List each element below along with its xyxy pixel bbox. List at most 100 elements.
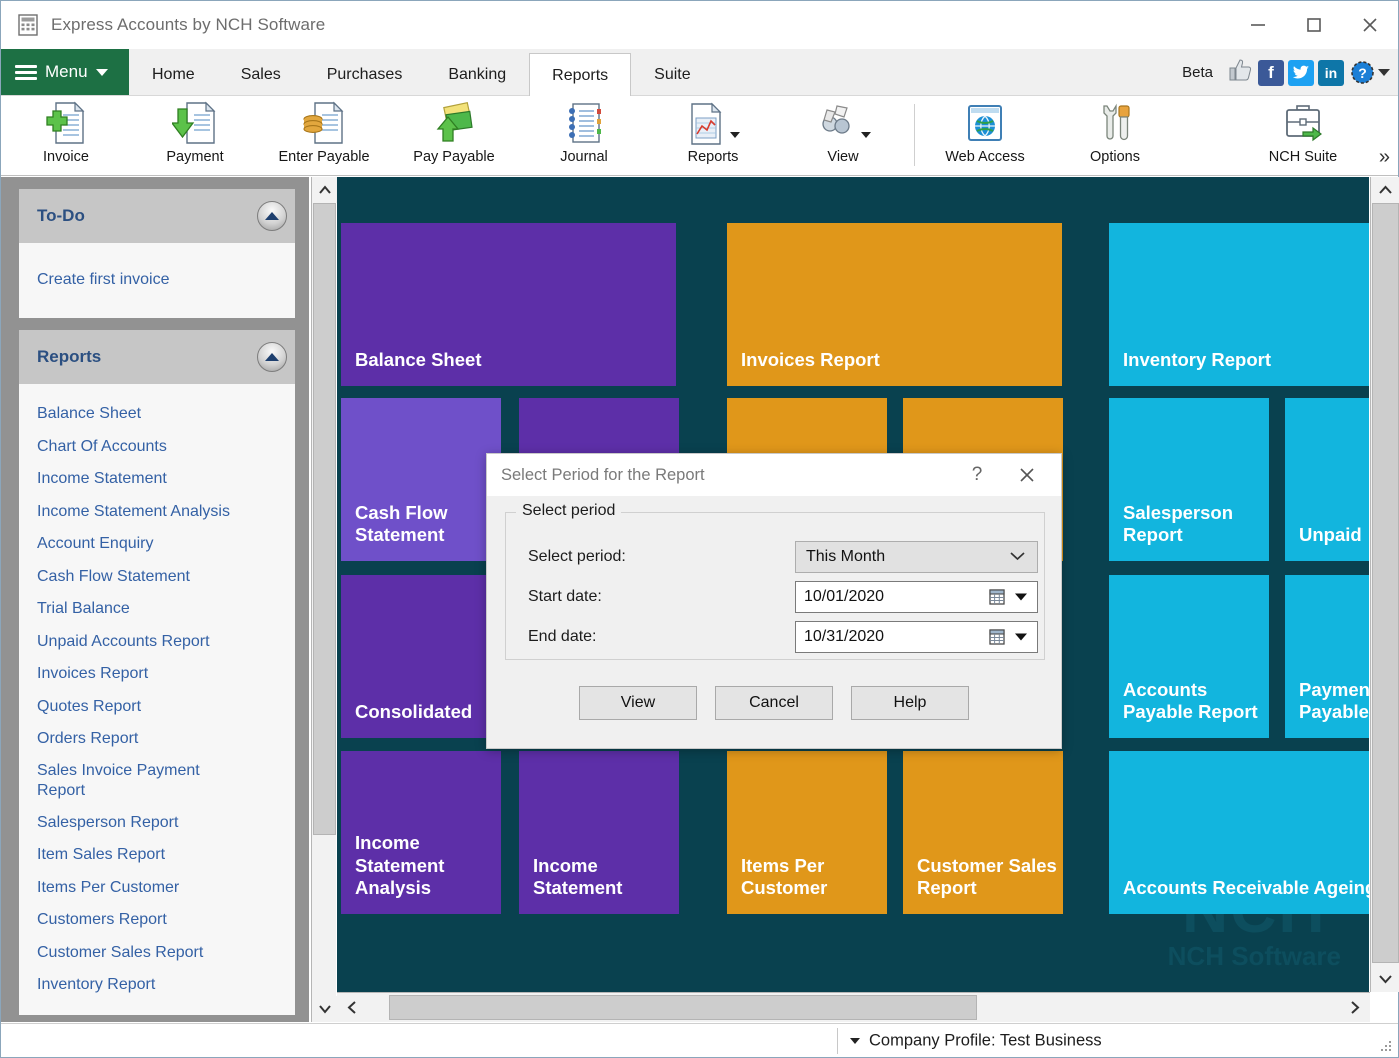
resize-grip[interactable] xyxy=(1381,1041,1393,1053)
chevron-down-icon[interactable] xyxy=(861,132,871,138)
tile-inventory-report[interactable]: Inventory Report xyxy=(1109,223,1369,386)
facebook-icon[interactable]: f xyxy=(1258,60,1284,86)
tile-income-statement[interactable]: Income Statement xyxy=(519,751,679,914)
minimize-button[interactable] xyxy=(1230,1,1286,49)
sidebar-item-trial-balance[interactable]: Trial Balance xyxy=(19,593,295,626)
scrollbar-thumb[interactable] xyxy=(389,995,977,1020)
tile-income-statement-analysis[interactable]: Income Statement Analysis xyxy=(341,751,501,914)
scroll-left-icon[interactable] xyxy=(337,994,367,1022)
tile-items-per-customer[interactable]: Items Per Customer xyxy=(727,751,887,914)
sidebar-item-cash-flow-statement[interactable]: Cash Flow Statement xyxy=(19,560,295,593)
chevron-down-icon xyxy=(96,69,108,76)
tile-customer-sales-report[interactable]: Customer Sales Report xyxy=(903,751,1063,914)
tile-payments-payable[interactable]: Payments Payable xyxy=(1285,575,1369,738)
ribbon-label: Journal xyxy=(560,149,608,165)
calendar-icon[interactable] xyxy=(989,588,1007,606)
tab-reports[interactable]: Reports xyxy=(529,53,631,97)
collapse-up-icon[interactable] xyxy=(257,201,287,231)
scroll-down-icon[interactable] xyxy=(312,996,337,1022)
tile-salesperson-report[interactable]: Salesperson Report xyxy=(1109,398,1269,561)
scrollbar-thumb[interactable] xyxy=(1372,203,1399,963)
chevron-down-icon[interactable] xyxy=(1015,594,1027,601)
sidebar-item-account-enquiry[interactable]: Account Enquiry xyxy=(19,528,295,561)
sidebar-item-unpaid-accounts-report[interactable]: Unpaid Accounts Report xyxy=(19,625,295,658)
ribbon-button-reports[interactable]: Reports xyxy=(654,100,772,172)
sidebar-item-create-first-invoice[interactable]: Create first invoice xyxy=(19,263,295,296)
view-button[interactable]: View xyxy=(579,686,697,720)
dialog-close-button[interactable] xyxy=(1005,454,1049,496)
chevron-down-icon[interactable] xyxy=(850,1038,860,1044)
twitter-icon[interactable] xyxy=(1288,60,1314,86)
thumbs-up-icon[interactable] xyxy=(1227,57,1254,88)
calendar-icon[interactable] xyxy=(989,628,1007,646)
tab-suite[interactable]: Suite xyxy=(631,53,713,95)
close-button[interactable] xyxy=(1342,1,1398,49)
scroll-right-icon[interactable] xyxy=(1340,994,1370,1022)
sidebar-item-income-statement-analysis[interactable]: Income Statement Analysis xyxy=(19,495,295,528)
dialog-help-button[interactable]: ? xyxy=(959,454,995,496)
sidebar-item-customer-sales-report[interactable]: Customer Sales Report xyxy=(19,936,295,969)
sidebar-item-items-per-customer[interactable]: Items Per Customer xyxy=(19,871,295,904)
end-date-input[interactable]: 10/31/2020 xyxy=(795,621,1038,653)
menu-button[interactable]: Menu xyxy=(1,49,129,95)
scroll-down-icon[interactable] xyxy=(1371,966,1399,992)
scroll-up-icon[interactable] xyxy=(1371,177,1399,203)
sidebar-item-sales-invoice-payment-report[interactable]: Sales Invoice Payment Report xyxy=(19,755,269,806)
journal-icon xyxy=(561,100,607,146)
scrollbar-thumb[interactable] xyxy=(313,203,336,835)
sidebar-item-chart-of-accounts[interactable]: Chart Of Accounts xyxy=(19,430,295,463)
tile-balance-sheet[interactable]: Balance Sheet xyxy=(341,223,676,386)
sidebar-item-orders-report[interactable]: Orders Report xyxy=(19,723,295,756)
ribbon-button-view[interactable]: View xyxy=(784,100,902,172)
tab-purchases[interactable]: Purchases xyxy=(304,53,426,95)
chevron-down-icon[interactable] xyxy=(730,132,740,138)
collapse-up-icon[interactable] xyxy=(257,342,287,372)
tab-home[interactable]: Home xyxy=(129,53,218,95)
help-button[interactable]: Help xyxy=(851,686,969,720)
ribbon-button-invoice[interactable]: Invoice xyxy=(7,100,125,172)
tile-cash-flow-statement[interactable]: Cash Flow Statement xyxy=(341,398,501,561)
chevron-down-icon xyxy=(1378,69,1390,76)
ribbon-button-journal[interactable]: Journal xyxy=(525,100,643,172)
sidebar-item-income-statement[interactable]: Income Statement xyxy=(19,463,295,496)
sidebar-item-invoices-report[interactable]: Invoices Report xyxy=(19,658,295,691)
tile-consolidated[interactable]: Consolidated xyxy=(341,575,501,738)
sidebar-item-salesperson-report[interactable]: Salesperson Report xyxy=(19,806,295,839)
sidebar-item-customers-report[interactable]: Customers Report xyxy=(19,904,295,937)
help-icon[interactable]: ? xyxy=(1350,60,1390,85)
panel-header-reports[interactable]: Reports xyxy=(19,330,295,384)
chevron-down-icon[interactable] xyxy=(1015,634,1027,641)
sidebar-item-item-sales-report[interactable]: Item Sales Report xyxy=(19,839,295,872)
ribbon-button-pay-payable[interactable]: Pay Payable xyxy=(395,100,513,172)
cancel-button[interactable]: Cancel xyxy=(715,686,833,720)
tab-sales[interactable]: Sales xyxy=(218,53,304,95)
sidebar-item-quotes-report[interactable]: Quotes Report xyxy=(19,690,295,723)
select-period-dropdown[interactable]: This Month xyxy=(795,541,1038,573)
panel-header-todo[interactable]: To-Do xyxy=(19,189,295,243)
linkedin-icon[interactable]: in xyxy=(1318,60,1344,86)
main-horizontal-scrollbar[interactable] xyxy=(337,992,1370,1022)
tile-accounts-receivable-ageing-report[interactable]: Accounts Receivable Ageing Report xyxy=(1109,751,1369,914)
tab-banking[interactable]: Banking xyxy=(425,53,529,95)
start-date-input[interactable]: 10/01/2020 xyxy=(795,581,1038,613)
enter-payable-icon xyxy=(301,100,347,146)
sidebar-item-inventory-report[interactable]: Inventory Report xyxy=(19,969,295,1002)
ribbon-button-enter-payable[interactable]: Enter Payable xyxy=(265,100,383,172)
sidebar-scrollbar[interactable] xyxy=(311,177,336,1022)
scroll-up-icon[interactable] xyxy=(312,177,337,203)
tile-invoices-report[interactable]: Invoices Report xyxy=(727,223,1062,386)
ribbon-button-payment[interactable]: Payment xyxy=(136,100,254,172)
ribbon-button-nch-suite[interactable]: NCH Suite xyxy=(1244,100,1362,172)
ribbon-button-options[interactable]: Options xyxy=(1056,100,1174,172)
tile-accounts-payable-report[interactable]: Accounts Payable Report xyxy=(1109,575,1269,738)
main-vertical-scrollbar[interactable] xyxy=(1370,177,1399,992)
select-period-group: Select period Select period: This Month … xyxy=(505,512,1045,660)
tile-unpaid-accounts-report[interactable]: Unpaid xyxy=(1285,398,1369,561)
maximize-button[interactable] xyxy=(1286,1,1342,49)
sidebar-item-balance-sheet[interactable]: Balance Sheet xyxy=(19,398,295,431)
company-profile-label[interactable]: Company Profile: Test Business xyxy=(869,1031,1102,1050)
ribbon-toolbar: Invoice Payment xyxy=(1,96,1398,176)
application-window: Express Accounts by NCH Software Menu Ho… xyxy=(0,0,1399,1058)
ribbon-overflow-button[interactable]: » xyxy=(1379,146,1390,169)
ribbon-button-web-access[interactable]: Web Access xyxy=(926,100,1044,172)
